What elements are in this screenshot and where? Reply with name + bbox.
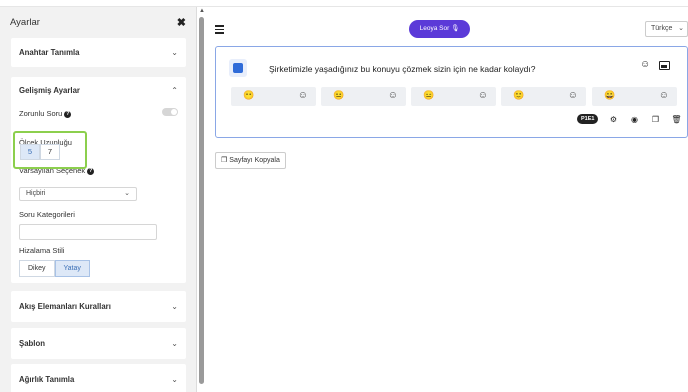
face-icon: 😶 bbox=[243, 90, 255, 100]
trash-icon[interactable]: 🗑 bbox=[669, 115, 683, 124]
image-icon[interactable] bbox=[659, 61, 670, 70]
eye-icon[interactable]: ◉ bbox=[627, 115, 641, 124]
panel-title-agirlik: Ağırlık Tanımla bbox=[19, 375, 75, 384]
scale-length-group: 5 7 bbox=[20, 144, 60, 160]
emoji-icon[interactable]: ☺ bbox=[640, 59, 650, 70]
help-icon[interactable]: ? bbox=[64, 110, 72, 118]
sidebar-title: Ayarlar bbox=[10, 16, 40, 28]
panel-title-gelismis: Gelişmiş Ayarlar bbox=[19, 86, 80, 95]
chevron-down-icon[interactable]: ⌄ bbox=[171, 375, 178, 384]
sidebar-header: Ayarlar ✖ bbox=[0, 7, 196, 37]
chevron-down-icon[interactable]: ⌄ bbox=[171, 339, 178, 348]
panel-title-sablon: Şablon bbox=[19, 339, 45, 348]
default-option-value: Hiçbiri bbox=[26, 190, 46, 197]
scroll-up-icon[interactable]: ▲ bbox=[199, 8, 205, 14]
help-icon[interactable]: ? bbox=[87, 167, 95, 175]
settings-sidebar: Ayarlar ✖ Anahtar Tanımla ⌄ Gelişmiş Aya… bbox=[0, 7, 197, 392]
panel-title-akis: Akış Elemanları Kuralları bbox=[19, 302, 111, 311]
panel-sablon[interactable]: Şablon ⌄ bbox=[11, 328, 186, 359]
gear-icon[interactable]: ⚙ bbox=[606, 115, 620, 124]
panel-title-anahtar: Anahtar Tanımla bbox=[19, 48, 80, 57]
sidebar-scrollbar[interactable] bbox=[199, 17, 204, 384]
question-card[interactable]: Şirketimizle yaşadığınız bu konuyu çözme… bbox=[215, 46, 688, 138]
chevron-down-icon[interactable]: ⌄ bbox=[171, 48, 178, 57]
smiley-picker-icon[interactable]: ☺ bbox=[659, 90, 669, 101]
copy-page-button[interactable]: ❐ Sayfayı Kopyala bbox=[215, 152, 286, 169]
copy-page-label: Sayfayı Kopyala bbox=[229, 157, 280, 164]
microphone-icon: 🎙 bbox=[451, 25, 460, 32]
panel-anahtar[interactable]: Anahtar Tanımla ⌄ bbox=[11, 38, 186, 67]
copy-icon: ❐ bbox=[221, 157, 228, 164]
smiley-picker-icon[interactable]: ☺ bbox=[478, 90, 488, 101]
smiley-picker-icon[interactable]: ☺ bbox=[388, 90, 398, 101]
category-label: Soru Kategorileri bbox=[19, 210, 75, 219]
language-value: Türkçe bbox=[651, 25, 673, 32]
question-text[interactable]: Şirketimizle yaşadığınız bu konuyu çözme… bbox=[269, 64, 535, 74]
panel-akis[interactable]: Akış Elemanları Kuralları ⌄ bbox=[11, 291, 186, 322]
copy-icon[interactable]: ❐ bbox=[648, 115, 662, 124]
panel-gelismis: Gelişmiş Ayarlar ⌃ Zorunlu Soru? Ölçek U… bbox=[11, 77, 186, 283]
category-input[interactable] bbox=[19, 224, 157, 240]
question-id-badge: P1E1 bbox=[577, 114, 599, 124]
question-toolbar: P1E1 ⚙ ◉ ❐ 🗑 bbox=[577, 114, 688, 124]
required-toggle[interactable] bbox=[162, 108, 178, 116]
panel-agirlik[interactable]: Ağırlık Tanımla ⌄ bbox=[11, 364, 186, 392]
face-icon: 😐 bbox=[333, 90, 345, 100]
chevron-down-icon: ⌄ bbox=[678, 25, 684, 32]
scale-option[interactable]: 😑 ☺ bbox=[411, 87, 496, 106]
required-label: Zorunlu Soru? bbox=[19, 109, 72, 118]
menu-icon[interactable] bbox=[215, 25, 224, 36]
scale-option[interactable]: 😐 ☺ bbox=[321, 87, 406, 106]
scale-option[interactable]: 🙂 ☺ bbox=[501, 87, 586, 106]
smiley-picker-icon[interactable]: ☺ bbox=[568, 90, 578, 101]
ask-leoya-label: Leoya Sor bbox=[419, 25, 450, 32]
smiley-picker-icon[interactable]: ☺ bbox=[298, 90, 308, 101]
scale-option[interactable]: 😶 ☺ bbox=[231, 87, 316, 106]
chevron-up-icon[interactable]: ⌃ bbox=[171, 86, 178, 95]
default-option-select[interactable]: Hiçbiri ⌄ bbox=[19, 187, 137, 201]
scale-7-button[interactable]: 7 bbox=[40, 144, 60, 160]
scale-5-button[interactable]: 5 bbox=[20, 144, 40, 160]
question-type-icon bbox=[229, 59, 247, 77]
align-style-group: Dikey Yatay bbox=[19, 260, 90, 277]
align-horizontal-button[interactable]: Yatay bbox=[54, 260, 90, 277]
top-strip bbox=[0, 0, 688, 7]
face-icon: 😀 bbox=[604, 90, 616, 100]
language-select[interactable]: Türkçe ⌄ bbox=[645, 21, 688, 37]
scale-option[interactable]: 😀 ☺ bbox=[592, 87, 677, 106]
close-icon[interactable]: ✖ bbox=[177, 16, 186, 29]
face-icon: 😑 bbox=[423, 90, 435, 100]
face-icon: 🙂 bbox=[513, 90, 525, 100]
align-style-label: Hizalama Stili bbox=[19, 246, 65, 255]
align-vertical-button[interactable]: Dikey bbox=[19, 260, 55, 277]
chevron-down-icon: ⌄ bbox=[124, 190, 130, 197]
ask-leoya-button[interactable]: Leoya Sor 🎙 bbox=[409, 20, 470, 38]
chevron-down-icon[interactable]: ⌄ bbox=[171, 302, 178, 311]
